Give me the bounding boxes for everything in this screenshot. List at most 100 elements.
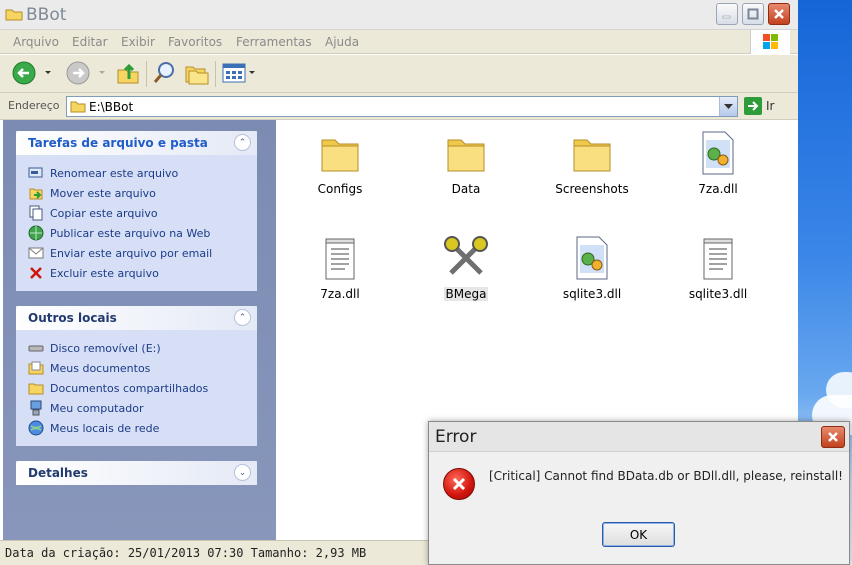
up-folder-button[interactable] bbox=[116, 61, 140, 88]
close-icon bbox=[828, 432, 838, 442]
file-name: Data bbox=[451, 182, 481, 196]
folder-icon bbox=[537, 128, 647, 178]
ok-button[interactable]: OK bbox=[602, 522, 675, 547]
task-label: Enviar este arquivo por email bbox=[50, 246, 213, 260]
menu-editar[interactable]: Editar bbox=[72, 35, 108, 49]
place-label: Meus locais de rede bbox=[50, 421, 160, 435]
file-item[interactable]: Screenshots bbox=[537, 128, 647, 196]
my-documents-icon bbox=[28, 360, 44, 376]
toolbar bbox=[0, 55, 798, 93]
delete-icon bbox=[28, 265, 44, 281]
text-file-icon bbox=[285, 233, 395, 283]
file-item[interactable]: BMega bbox=[411, 233, 521, 301]
toolbar-separator bbox=[215, 61, 216, 87]
title-bar: BBot bbox=[0, 0, 798, 30]
removable-disk-icon bbox=[28, 340, 44, 356]
file-item[interactable]: sqlite3.dll bbox=[663, 233, 773, 301]
dll-icon bbox=[537, 233, 647, 283]
menu-exibir[interactable]: Exibir bbox=[121, 35, 155, 49]
file-name: sqlite3.dll bbox=[562, 287, 622, 301]
folders-icon bbox=[185, 66, 209, 85]
task-move[interactable]: Mover este arquivo bbox=[28, 183, 257, 203]
task-rename[interactable]: Renomear este arquivo bbox=[28, 163, 257, 183]
menu-favoritos[interactable]: Favoritos bbox=[168, 35, 222, 49]
expand-icon[interactable]: ⌄ bbox=[234, 464, 251, 481]
maximize-icon bbox=[747, 8, 759, 20]
task-copy[interactable]: Copiar este arquivo bbox=[28, 203, 257, 223]
task-delete[interactable]: Excluir este arquivo bbox=[28, 263, 257, 283]
menu-ajuda[interactable]: Ajuda bbox=[325, 35, 359, 49]
task-label: Excluir este arquivo bbox=[50, 266, 159, 280]
dialog-close-button[interactable] bbox=[821, 426, 845, 448]
place-my-computer[interactable]: Meu computador bbox=[28, 398, 257, 418]
shared-folder-icon bbox=[28, 380, 44, 396]
copy-icon bbox=[28, 205, 44, 221]
file-item[interactable]: 7za.dll bbox=[663, 128, 773, 196]
panel-title: Outros locais bbox=[28, 311, 117, 325]
task-label: Renomear este arquivo bbox=[50, 166, 179, 180]
details-header[interactable]: Detalhes ⌄ bbox=[16, 461, 257, 485]
error-icon bbox=[443, 468, 475, 500]
task-label: Mover este arquivo bbox=[50, 186, 156, 200]
collapse-icon[interactable]: ⌃ bbox=[234, 309, 251, 326]
file-tasks-header[interactable]: Tarefas de arquivo e pasta ⌃ bbox=[16, 131, 257, 155]
task-email[interactable]: Enviar este arquivo por email bbox=[28, 243, 257, 263]
address-input[interactable]: E:\BBot bbox=[66, 96, 738, 117]
forward-button[interactable] bbox=[66, 61, 106, 88]
place-network[interactable]: Meus locais de rede bbox=[28, 418, 257, 438]
file-name: Screenshots bbox=[555, 182, 629, 196]
menu-bar: Arquivo Editar Exibir Favoritos Ferramen… bbox=[0, 30, 798, 54]
file-tasks-panel: Tarefas de arquivo e pasta ⌃ Renomear es… bbox=[16, 131, 257, 291]
views-button[interactable] bbox=[222, 61, 258, 88]
computer-icon bbox=[28, 400, 44, 416]
address-bar: Endereço E:\BBot Ir bbox=[0, 93, 798, 120]
file-item[interactable]: sqlite3.dll bbox=[537, 233, 647, 301]
views-icon bbox=[222, 63, 255, 83]
search-button[interactable] bbox=[152, 61, 178, 88]
folder-icon bbox=[5, 7, 23, 24]
go-button[interactable]: Ir bbox=[744, 97, 774, 115]
file-name: BMega bbox=[443, 287, 489, 301]
minimize-button[interactable] bbox=[716, 3, 738, 25]
dialog-title: Error bbox=[435, 427, 477, 447]
minimize-icon bbox=[722, 15, 731, 19]
file-item[interactable]: Data bbox=[411, 128, 521, 196]
details-panel: Detalhes ⌄ bbox=[16, 461, 257, 485]
status-text: Data da criação: 25/01/2013 07:30 Tamanh… bbox=[5, 546, 367, 560]
close-button[interactable] bbox=[768, 3, 790, 25]
place-label: Meu computador bbox=[50, 401, 144, 415]
email-icon bbox=[28, 245, 44, 261]
rename-icon bbox=[28, 165, 44, 181]
address-dropdown-button[interactable] bbox=[719, 97, 737, 116]
forward-arrow-icon bbox=[66, 61, 105, 85]
back-button[interactable] bbox=[12, 61, 52, 88]
search-icon bbox=[153, 62, 174, 83]
windows-logo-icon bbox=[750, 30, 790, 54]
place-label: Disco removível (E:) bbox=[50, 341, 161, 355]
go-arrow-icon bbox=[744, 97, 762, 115]
panel-title: Detalhes bbox=[28, 466, 88, 480]
folder-icon bbox=[285, 128, 395, 178]
file-item[interactable]: 7za.dll bbox=[285, 233, 395, 301]
maximize-button[interactable] bbox=[742, 3, 764, 25]
collapse-icon[interactable]: ⌃ bbox=[234, 134, 251, 151]
dll-icon bbox=[663, 128, 773, 178]
other-places-header[interactable]: Outros locais ⌃ bbox=[16, 306, 257, 330]
chevron-down-icon bbox=[724, 103, 733, 109]
folders-button[interactable] bbox=[184, 61, 210, 88]
web-publish-icon bbox=[28, 225, 44, 241]
back-arrow-icon bbox=[12, 61, 51, 85]
folder-icon bbox=[70, 100, 86, 116]
place-removable-disk[interactable]: Disco removível (E:) bbox=[28, 338, 257, 358]
move-icon bbox=[28, 185, 44, 201]
place-shared-documents[interactable]: Documentos compartilhados bbox=[28, 378, 257, 398]
toolbar-separator bbox=[146, 61, 147, 87]
task-publish-web[interactable]: Publicar este arquivo na Web bbox=[28, 223, 257, 243]
menu-ferramentas[interactable]: Ferramentas bbox=[236, 35, 312, 49]
place-my-documents[interactable]: Meus documentos bbox=[28, 358, 257, 378]
window-title: BBot bbox=[26, 5, 67, 25]
address-path: E:\BBot bbox=[89, 100, 134, 114]
task-label: Copiar este arquivo bbox=[50, 206, 158, 220]
file-item[interactable]: Configs bbox=[285, 128, 395, 196]
menu-arquivo[interactable]: Arquivo bbox=[13, 35, 59, 49]
